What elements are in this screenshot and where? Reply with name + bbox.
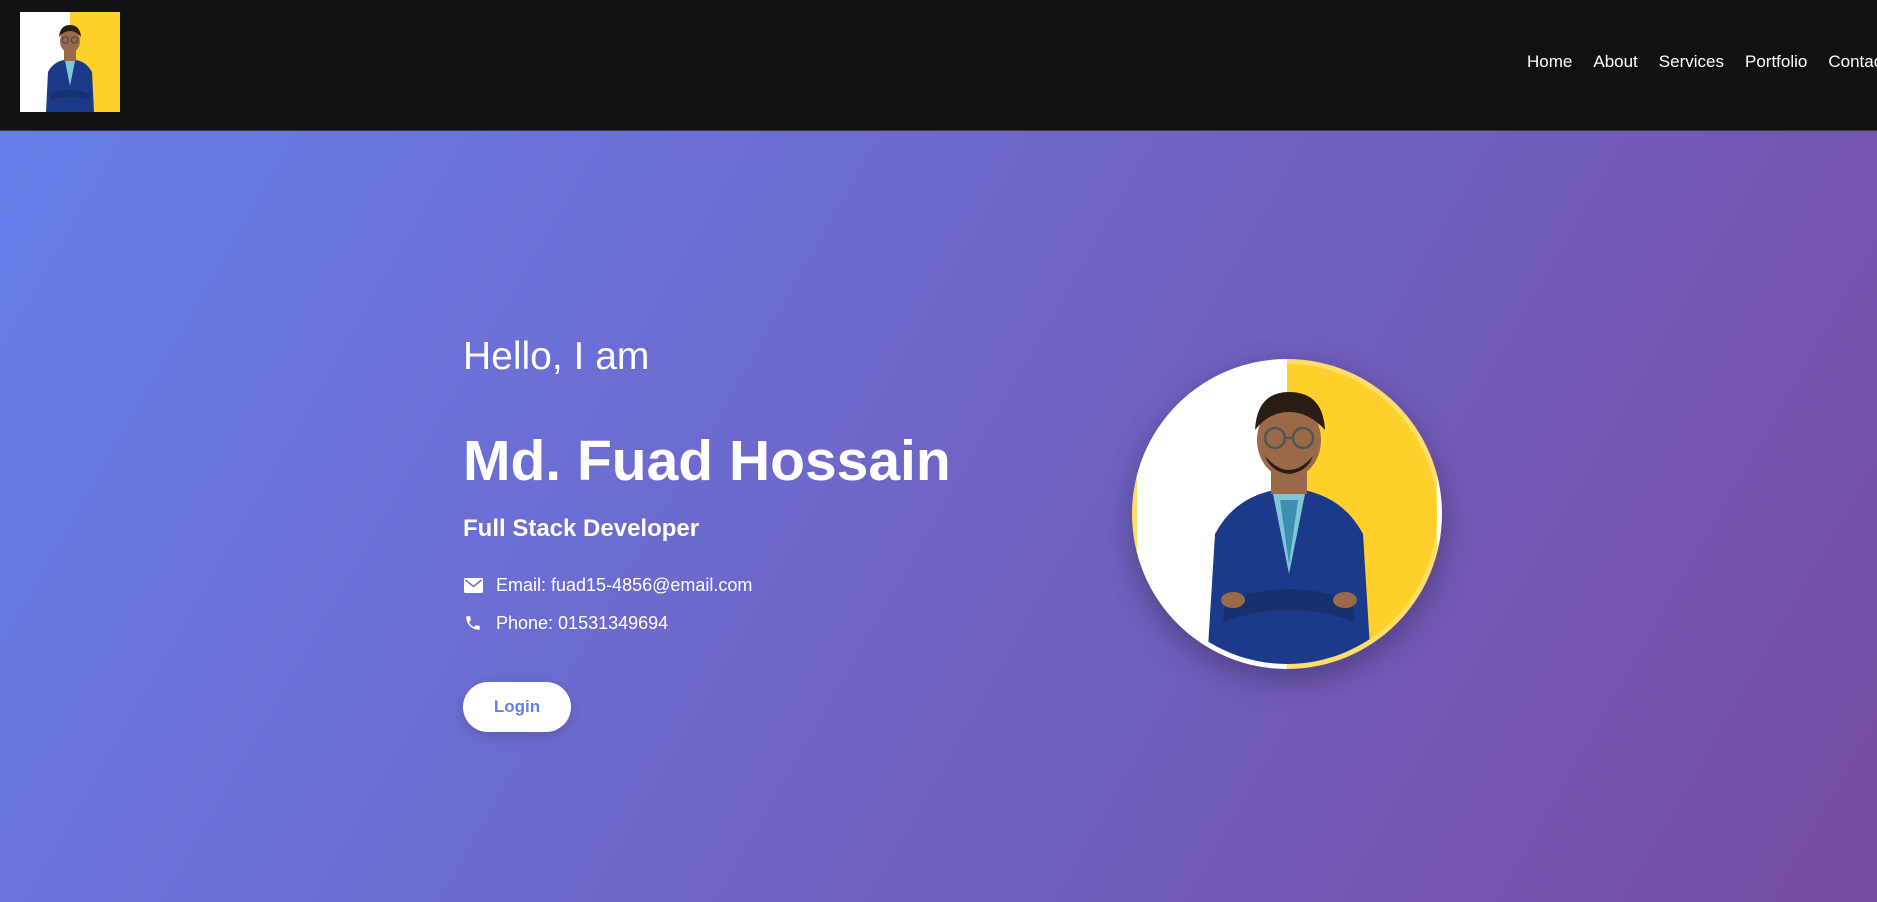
phone-row: Phone: 01531349694 [463,611,668,635]
navbar: Home About Services Portfolio Contac [0,0,1877,131]
hero-section: Hello, I am Md. Fuad Hossain Full Stack … [0,131,1877,902]
profile-portrait-icon [46,25,94,112]
phone-text: Phone: 01531349694 [496,612,669,633]
nav-link-home[interactable]: Home [1527,52,1572,72]
profile-portrait-icon [1207,392,1371,664]
hero-name: Md. Fuad Hossain [463,429,951,493]
nav-link-about[interactable]: About [1593,52,1637,72]
hero-role: Full Stack Developer [463,515,700,542]
profile-photo [1132,359,1442,669]
logo[interactable] [20,12,120,112]
nav-links: Home About Services Portfolio Contac [1527,52,1877,72]
nav-link-portfolio[interactable]: Portfolio [1745,52,1807,72]
envelope-icon [463,575,483,595]
nav-link-services[interactable]: Services [1659,52,1724,72]
phone-icon [463,613,483,633]
email-row: Email: fuad15-4856@email.com [463,573,752,597]
hero-greeting: Hello, I am [463,335,650,378]
email-text: Email: fuad15-4856@email.com [496,574,753,595]
nav-link-contact[interactable]: Contac [1828,52,1877,72]
login-button[interactable]: Login [463,682,571,732]
